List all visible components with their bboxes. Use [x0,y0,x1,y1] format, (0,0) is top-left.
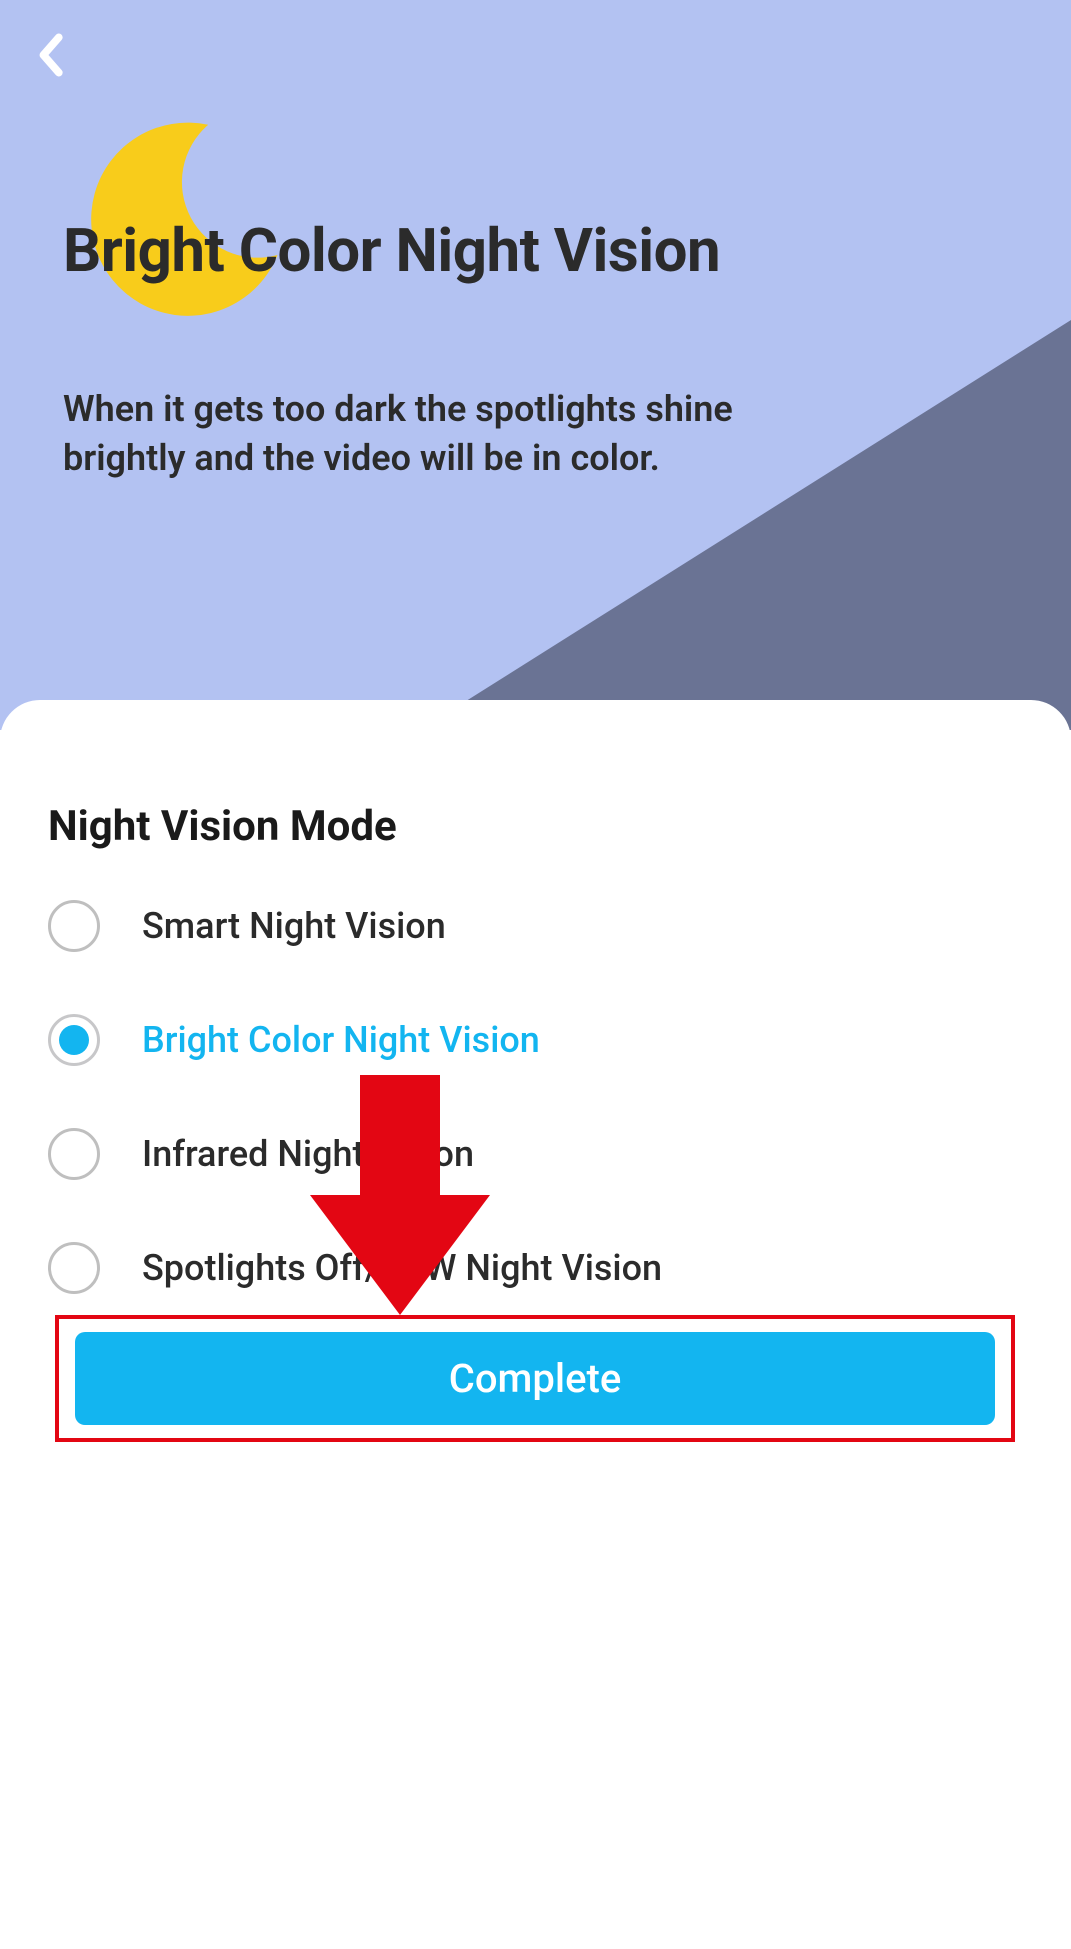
option-label: Bright Color Night Vision [142,1019,540,1061]
back-button[interactable] [20,25,80,85]
radio-icon [48,900,100,952]
page-description: When it gets too dark the spotlights shi… [63,385,823,482]
option-spotlights-off-bw-night-vision[interactable]: Spotlights Off/B&W Night Vision [48,1240,662,1296]
page-title: Bright Color Night Vision [63,215,720,286]
option-label: Spotlights Off/B&W Night Vision [142,1247,662,1289]
hero-shadow [0,0,1071,730]
option-label: Smart Night Vision [142,905,446,947]
option-smart-night-vision[interactable]: Smart Night Vision [48,898,446,954]
option-label: Infrared Night Vision [142,1133,474,1175]
sheet-title: Night Vision Mode [48,802,397,851]
radio-icon [48,1014,100,1066]
option-infrared-night-vision[interactable]: Infrared Night Vision [48,1126,474,1182]
chevron-left-icon [33,33,67,77]
complete-button[interactable]: Complete [75,1332,995,1425]
radio-icon [48,1128,100,1180]
annotation-highlight: Complete [55,1315,1015,1442]
option-bright-color-night-vision[interactable]: Bright Color Night Vision [48,1012,540,1068]
moon-icon [78,108,288,318]
hero-area: Bright Color Night Vision When it gets t… [0,0,1071,730]
radio-icon [48,1242,100,1294]
